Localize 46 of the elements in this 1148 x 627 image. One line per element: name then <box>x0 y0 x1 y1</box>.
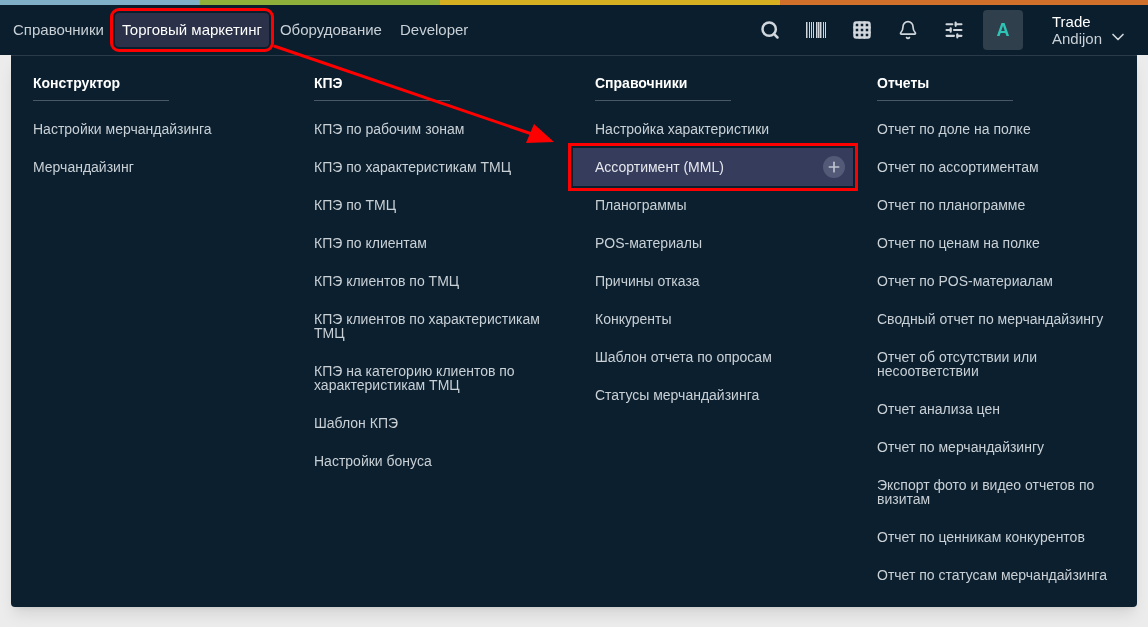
menu-item[interactable]: Отчет по ассортиментам <box>855 148 1135 186</box>
menu-item[interactable]: КПЭ по рабочим зонам <box>292 110 572 148</box>
grid-icon[interactable] <box>851 20 872 40</box>
column-heading: Отчеты <box>877 74 1013 101</box>
menu-item[interactable]: Статусы мерчандайзинга <box>573 376 853 414</box>
nav-tab[interactable]: Developer <box>392 13 476 47</box>
menu-item[interactable]: Шаблон отчета по опросам <box>573 338 853 376</box>
notification-bell-icon[interactable] <box>897 20 918 40</box>
menu-item[interactable]: КПЭ по характеристикам ТМЦ <box>292 148 572 186</box>
menu-item[interactable]: Отчет по планограмме <box>855 186 1135 224</box>
menu-item[interactable]: Планограммы <box>573 186 853 224</box>
menu-item[interactable]: Сводный отчет по мерчандайзингу <box>855 300 1135 338</box>
menu-item[interactable]: Отчет по статусам мерчандайзинга <box>855 556 1135 594</box>
user-avatar[interactable]: A <box>982 10 1023 50</box>
menu-item[interactable]: Настройки бонуса <box>292 442 572 480</box>
nav-tab[interactable]: Справочники <box>6 13 111 47</box>
search-icon[interactable] <box>759 20 780 40</box>
menu-item[interactable]: Экспорт фото и видео отчетов по визитам <box>855 466 1135 518</box>
menu-item[interactable]: Отчет по доле на полке <box>855 110 1135 148</box>
barcode-icon[interactable] <box>805 22 826 38</box>
menu-item[interactable]: КПЭ клиентов по характеристикам ТМЦ <box>292 300 572 352</box>
menu-item[interactable]: КПЭ по клиентам <box>292 224 572 262</box>
menu-item[interactable]: Настройка характеристики <box>573 110 853 148</box>
user-region: Andijon <box>1051 30 1102 47</box>
add-icon[interactable] <box>823 156 845 178</box>
menu-item[interactable]: Шаблон КПЭ <box>292 404 572 442</box>
menu-item[interactable]: POS-материалы <box>573 224 853 262</box>
menu-item[interactable]: Отчет анализа цен <box>855 390 1135 428</box>
menu-item[interactable]: Отчет об отсутствии или несоответствии <box>855 338 1135 390</box>
menu-item[interactable]: Отчет по POS-материалам <box>855 262 1135 300</box>
user-name: Trade <box>1051 13 1092 30</box>
menu-item[interactable]: Отчет по ценникам конкурентов <box>855 518 1135 556</box>
nav-tab[interactable]: Оборудование <box>272 13 389 47</box>
menu-item[interactable]: КПЭ на категорию клиентов по характеристикам ТМЦ <box>292 352 572 404</box>
column-heading: Конструктор <box>33 74 169 101</box>
menu-item[interactable]: КПЭ клиентов по ТМЦ <box>292 262 572 300</box>
column-heading: Справочники <box>595 74 731 101</box>
menu-item[interactable]: КПЭ по ТМЦ <box>292 186 572 224</box>
menu-item[interactable]: Отчет по ценам на полке <box>855 224 1135 262</box>
column-heading: КПЭ <box>314 74 450 101</box>
menu-item[interactable]: Настройки мерчандайзинга <box>11 110 291 148</box>
settings-sliders-icon[interactable] <box>943 20 964 40</box>
menu-item[interactable]: Мерчандайзинг <box>11 148 291 186</box>
menu-item[interactable]: Конкуренты <box>573 300 853 338</box>
menu-item[interactable]: Причины отказа <box>573 262 853 300</box>
menu-item[interactable]: Отчет по мерчандайзингу <box>855 428 1135 466</box>
